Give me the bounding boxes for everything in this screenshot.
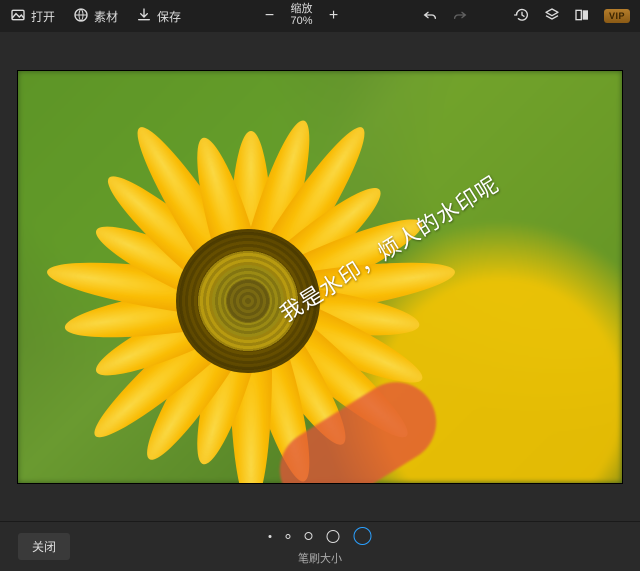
top-toolbar: 打开 素材 保存 − 缩放 70% +: [0, 0, 640, 32]
brush-size-1[interactable]: [269, 535, 272, 538]
close-button[interactable]: 关闭: [18, 533, 70, 560]
save-button[interactable]: 保存: [136, 7, 181, 26]
toolbar-right-group: VIP: [422, 7, 630, 26]
assets-button[interactable]: 素材: [73, 7, 118, 26]
layers-button[interactable]: [544, 7, 560, 26]
vip-badge[interactable]: VIP: [604, 9, 630, 23]
brush-size-row: [269, 527, 372, 545]
zoom-value: 70%: [291, 16, 313, 28]
open-icon: [10, 7, 26, 26]
bottom-bar: 关闭 笔刷大小: [0, 521, 640, 571]
flower-illustration: [248, 301, 249, 302]
zoom-out-button[interactable]: −: [263, 7, 277, 25]
open-button[interactable]: 打开: [10, 7, 55, 26]
brush-size-2[interactable]: [286, 534, 291, 539]
redo-button[interactable]: [452, 7, 468, 26]
image-canvas[interactable]: 我是水印，烦人的水印呢: [18, 71, 622, 483]
undo-button[interactable]: [422, 7, 438, 26]
history-button[interactable]: [514, 7, 530, 26]
compare-button[interactable]: [574, 7, 590, 26]
toolbar-left-group: 打开 素材 保存: [10, 7, 181, 26]
save-label: 保存: [157, 8, 181, 25]
brush-size-4[interactable]: [327, 530, 340, 543]
brush-size-3[interactable]: [305, 532, 313, 540]
globe-icon: [73, 7, 89, 26]
zoom-readout: 缩放 70%: [291, 4, 313, 27]
assets-label: 素材: [94, 8, 118, 25]
download-icon: [136, 7, 152, 26]
brush-size-label: 笔刷大小: [298, 550, 342, 566]
zoom-in-button[interactable]: +: [327, 7, 341, 25]
brush-size-picker: 笔刷大小: [269, 527, 372, 566]
canvas-area: 我是水印，烦人的水印呢: [0, 32, 640, 521]
open-label: 打开: [31, 8, 55, 25]
zoom-control: − 缩放 70% +: [185, 4, 418, 27]
brush-size-5[interactable]: [354, 527, 372, 545]
